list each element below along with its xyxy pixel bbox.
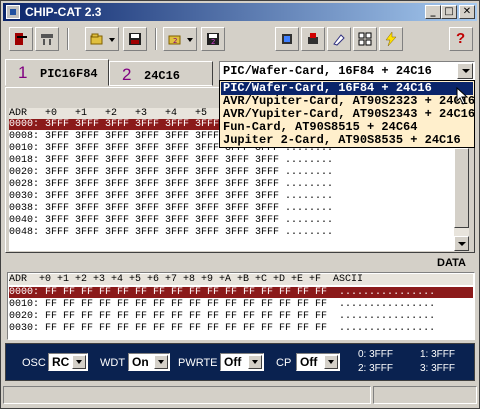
toolbar-separator [155, 28, 157, 50]
read-button[interactable] [275, 27, 299, 51]
exit-icon [15, 33, 27, 45]
help-icon: ? [456, 30, 466, 47]
verify-button[interactable] [353, 27, 377, 51]
table-row[interactable]: 0028: 3FFF 3FFF 3FFF 3FFF 3FFF 3FFF 3FFF… [9, 179, 333, 190]
table-row[interactable]: 0010: FF FF FF FF FF FF FF FF FF FF FF F… [9, 299, 473, 310]
card-select[interactable]: PIC/Wafer-Card, 16F84 + 24C16 [219, 61, 475, 81]
app-icon [6, 5, 20, 19]
card-dropdown-list: PIC/Wafer-Card, 16F84 + 24C16 AVR/Yupite… [219, 80, 475, 148]
pwrte-value: Off [224, 355, 242, 369]
svg-text:2: 2 [211, 38, 215, 46]
cp-select[interactable]: Off [296, 353, 340, 371]
chevron-down-icon[interactable] [248, 355, 262, 369]
verify-icon [358, 32, 372, 46]
osc-select[interactable]: RC [48, 353, 88, 371]
open2-icon: 2 [168, 35, 181, 45]
table-row[interactable]: 0018: 3FFF 3FFF 3FFF 3FFF 3FFF 3FFF 3FFF… [9, 155, 333, 166]
cp-label: CP [276, 357, 292, 369]
title-bar: CHIP-CAT 2.3 _ □ ✕ [3, 3, 477, 21]
settings-icon [41, 34, 53, 45]
save-button[interactable] [123, 27, 147, 51]
table-row[interactable]: 0038: 3FFF 3FFF 3FFF 3FFF 3FFF 3FFF 3FFF… [9, 203, 333, 214]
config-word: 0: 3FFF [358, 349, 394, 360]
status-panel-right [373, 386, 477, 404]
pwrte-label: PWRTE [178, 357, 218, 369]
data-section-label: DATA [437, 257, 466, 269]
tab-label: PIC16F84 [40, 67, 98, 81]
write-icon [308, 33, 318, 44]
tab-number: 2 [122, 65, 132, 84]
settings-button[interactable] [35, 27, 59, 51]
scrollbar-thumb[interactable] [454, 148, 469, 228]
help-button[interactable]: ? [449, 27, 473, 51]
open-button[interactable] [85, 27, 119, 51]
close-button[interactable]: ✕ [459, 5, 475, 19]
data-memory-header: ADR +0 +1 +2 +3 +4 +5 +6 +7 +8 +9 +A +B … [9, 274, 473, 285]
open-icon [90, 33, 103, 45]
tab-label: 24C16 [144, 69, 181, 83]
chevron-down-icon[interactable] [154, 355, 168, 369]
tab-pic16f84[interactable]: 1 PIC16F84 [5, 59, 109, 86]
svg-text:2: 2 [173, 37, 177, 45]
mouse-cursor-icon [456, 87, 469, 105]
maximize-button[interactable]: □ [441, 5, 457, 19]
chip-tabs: 1 PIC16F84 2 24C16 [5, 59, 215, 87]
data-memory-view[interactable]: ADR +0 +1 +2 +3 +4 +5 +6 +7 +8 +9 +A +B … [7, 272, 475, 340]
dropdown-option[interactable]: Jupiter 2-Card, AT90S8535 + 24C16 [221, 134, 473, 147]
exit-button[interactable] [9, 27, 33, 51]
pwrte-select[interactable]: Off [220, 353, 264, 371]
osc-value: RC [52, 355, 70, 369]
table-row[interactable]: 0040: 3FFF 3FFF 3FFF 3FFF 3FFF 3FFF 3FFF… [9, 215, 333, 226]
window-title: CHIP-CAT 2.3 [25, 5, 102, 19]
osc-label: OSC [22, 357, 46, 369]
table-row[interactable]: 0030: 3FFF 3FFF 3FFF 3FFF 3FFF 3FFF 3FFF… [9, 191, 333, 202]
tab-24c16[interactable]: 2 24C16 [109, 61, 213, 86]
toolbar: 2 2 ? [3, 23, 477, 55]
wdt-value: On [132, 355, 149, 369]
program-memory-scrollbar[interactable] [454, 148, 469, 251]
card-select-value: PIC/Wafer-Card, 16F84 + 24C16 [223, 64, 432, 78]
erase-icon [333, 34, 345, 46]
read-icon [282, 34, 292, 44]
toolbar-separator [67, 28, 69, 50]
config-bar: OSC RC WDT On PWRTE Off CP Off 0: 3FFF 1… [5, 343, 475, 381]
table-row[interactable]: 0000: FF FF FF FF FF FF FF FF FF FF FF F… [9, 287, 473, 298]
scroll-down-button[interactable] [454, 236, 469, 251]
chevron-down-icon[interactable] [457, 63, 473, 79]
open-eeprom-button[interactable]: 2 [163, 27, 197, 51]
lightning-icon [385, 32, 397, 46]
cp-value: Off [300, 355, 318, 369]
table-row[interactable]: 0030: FF FF FF FF FF FF FF FF FF FF FF F… [9, 323, 473, 334]
config-word: 3: 3FFF [420, 363, 456, 374]
app-window: CHIP-CAT 2.3 _ □ ✕ 2 2 ? 1 PIC16F84 2 24… [0, 0, 480, 409]
erase-button[interactable] [327, 27, 351, 51]
auto-button[interactable] [379, 27, 403, 51]
config-word: 1: 3FFF [420, 349, 456, 360]
write-button[interactable] [301, 27, 325, 51]
table-row[interactable]: 0020: FF FF FF FF FF FF FF FF FF FF FF F… [9, 311, 473, 322]
wdt-select[interactable]: On [128, 353, 170, 371]
table-row[interactable]: 0048: 3FFF 3FFF 3FFF 3FFF 3FFF 3FFF 3FFF… [9, 227, 333, 238]
chevron-down-icon[interactable] [324, 355, 338, 369]
save-eeprom-button[interactable]: 2 [201, 27, 225, 51]
save2-icon: 2 [207, 33, 219, 46]
table-row[interactable]: 0020: 3FFF 3FFF 3FFF 3FFF 3FFF 3FFF 3FFF… [9, 167, 333, 178]
status-bar [3, 384, 477, 406]
wdt-label: WDT [100, 357, 126, 369]
config-word: 2: 3FFF [358, 363, 394, 374]
minimize-button[interactable]: _ [425, 5, 441, 19]
tab-number: 1 [18, 63, 28, 82]
save-icon [129, 33, 141, 45]
chevron-down-icon[interactable] [72, 355, 86, 369]
status-panel-main [3, 386, 371, 404]
